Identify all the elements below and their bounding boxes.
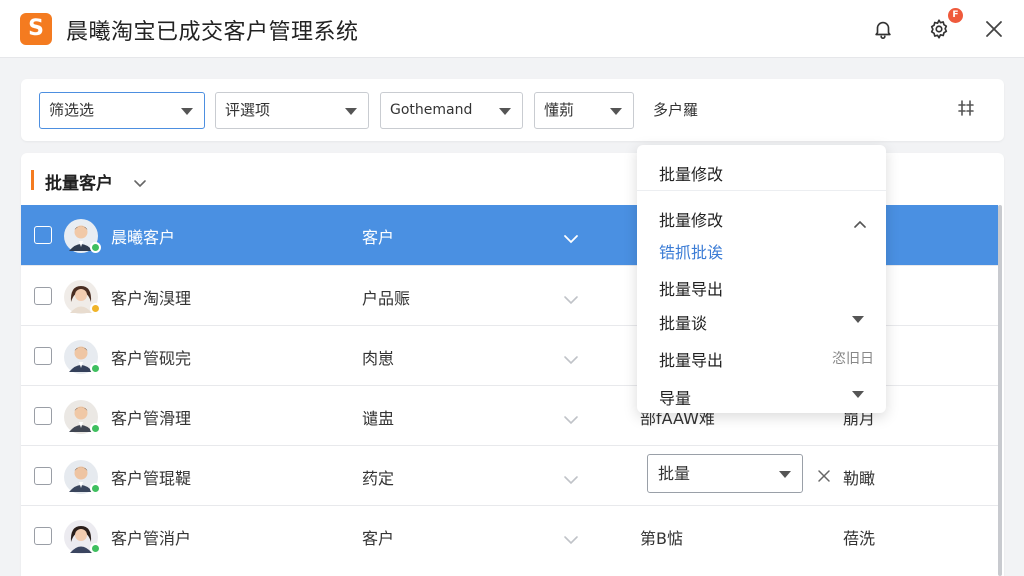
status-dot [90,363,101,374]
chevron-down-icon[interactable] [563,530,579,545]
status-dot [90,423,101,434]
menu-item-meta: 恣旧日 [832,351,874,367]
chevron-down-icon[interactable] [563,229,579,244]
menu-item-batch[interactable]: 批量谈 [659,310,707,334]
customer-name: 客户管砚完 [111,349,192,368]
clear-icon[interactable] [817,468,831,482]
caret-down-icon [181,108,193,115]
title-bar: S 晨曦淘宝已成交客户管理系统 F [0,0,1024,58]
caret-down-icon [345,108,357,115]
chevron-down-icon[interactable] [563,290,579,305]
customer-type: 谴盅 [362,409,395,428]
chevron-down-icon[interactable] [563,350,579,365]
row-checkbox[interactable] [34,467,52,485]
dropdown-header-label: 批量修改 [659,165,724,184]
status-dot [90,543,101,554]
row-checkbox[interactable] [34,527,52,545]
filter-select-2-value: 评選项 [225,101,271,119]
filter-select-1[interactable]: 筛选选 [39,92,205,129]
menu-item-batch-edit[interactable]: 批量修改 [659,207,723,231]
customer-name: 客户管消户 [111,529,192,548]
bell-icon[interactable] [869,15,897,43]
table-row[interactable]: 客户管消户 客户 第B惦 蓓洗 [21,505,998,565]
notification-badge: F [948,8,963,23]
caret-down-icon [779,471,791,478]
row-checkbox[interactable] [34,347,52,365]
app-logo: S [20,13,52,45]
filter-bar: 筛选选 评選项 Gothemand 懂莂 多户羅 [21,79,1004,141]
customer-name: 客户淘湨理 [111,289,192,308]
customer-name: 客户管滑理 [111,409,192,428]
chevron-down-icon[interactable] [563,410,579,425]
batch-select[interactable]: 批量 [647,454,803,493]
customer-type: 药定 [362,469,395,488]
filter-select-1-value: 筛选选 [49,101,95,119]
scrollbar[interactable] [998,205,1002,576]
customer-type: 肉崽 [362,349,395,368]
menu-subitem-link[interactable]: 锆抓批诶 [659,239,723,263]
filter-select-3[interactable]: Gothemand [380,92,523,129]
panel-title[interactable]: 批量客户 [45,169,113,194]
column-settings-icon[interactable] [956,98,978,120]
customer-type: 户品赈 [362,289,411,308]
chevron-down-icon[interactable] [563,470,579,485]
status-dot [90,303,101,314]
dropdown-header[interactable]: 批量修改 [637,145,886,191]
batch-actions-dropdown: 批量修改 批量修改 锆抓批诶 批量导出 批量谈 批量导出 恣旧日 导量 [637,145,886,413]
filter-label: 多户羅 [653,101,699,119]
app-title: 晨曦淘宝已成交客户管理系统 [66,20,359,45]
customer-status: 蓓洗 [843,529,876,548]
status-dot [90,242,101,253]
menu-item-batch-export[interactable]: 批量导出 [659,276,723,300]
caret-down-icon[interactable] [852,391,864,398]
customer-tag: 第B惦 [640,529,683,548]
table-row[interactable]: 客户管琨鞮 药定 批量 勒瞰 [21,445,998,505]
chevron-down-icon[interactable] [133,174,147,188]
row-checkbox[interactable] [34,287,52,305]
batch-select-value: 批量 [658,464,691,483]
close-icon[interactable] [980,15,1008,43]
chevron-up-icon[interactable] [854,213,866,228]
filter-select-4-value: 懂莂 [544,101,575,119]
customer-name: 客户管琨鞮 [111,469,192,488]
filter-select-3-value: Gothemand [390,102,473,118]
customer-type: 客户 [362,228,395,247]
row-checkbox[interactable] [34,226,52,244]
filter-select-4[interactable]: 懂莂 [534,92,634,129]
caret-down-icon [610,108,622,115]
customer-type: 客户 [362,529,395,548]
filter-select-2[interactable]: 评選项 [215,92,369,129]
title-accent-bar [31,170,34,190]
menu-item-count[interactable]: 导量 [659,385,691,409]
caret-down-icon [499,108,511,115]
status-dot [90,483,101,494]
menu-item-batch-export-2[interactable]: 批量导出 [659,347,723,371]
customer-name: 晨曦客户 [111,228,176,247]
customer-status: 勒瞰 [843,469,876,488]
row-checkbox[interactable] [34,407,52,425]
caret-down-icon[interactable] [852,316,864,323]
